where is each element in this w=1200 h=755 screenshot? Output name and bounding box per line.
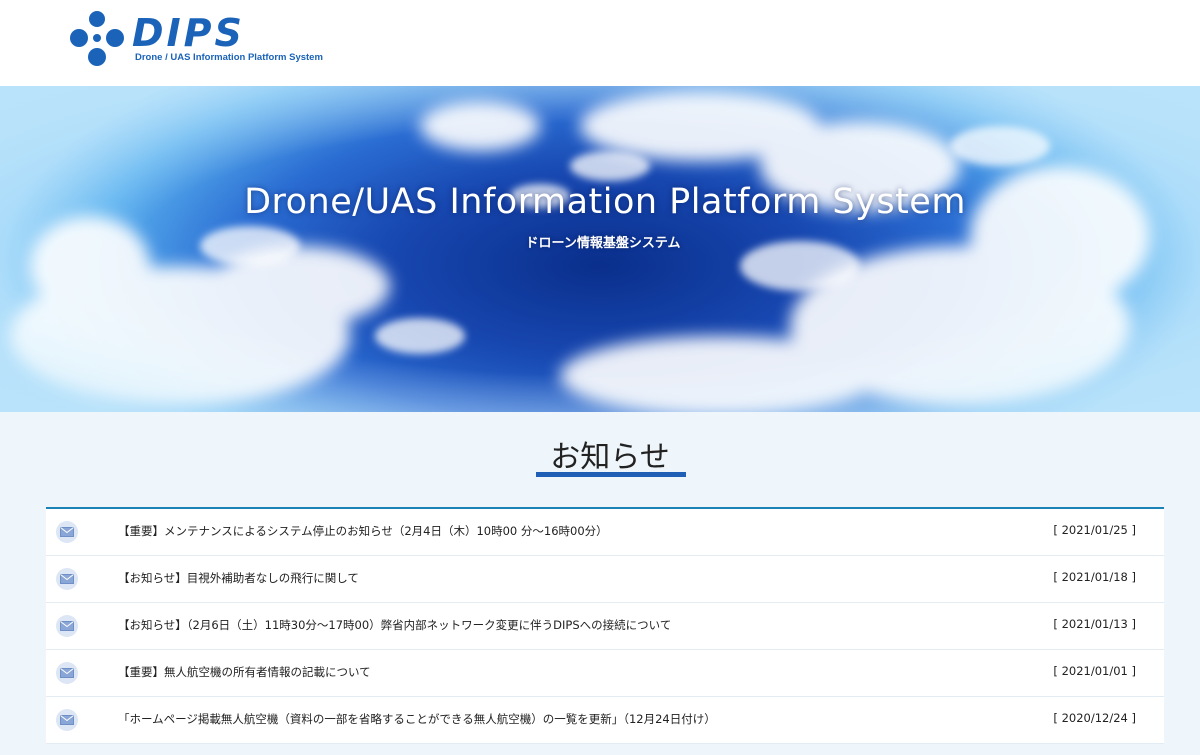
heading-underline <box>536 472 686 477</box>
notice-item[interactable]: 【重要】メンテナンスによるシステム停止のお知らせ（2月4日（木）10時00 分〜… <box>46 509 1164 556</box>
hero-title: Drone/UAS Information Platform System <box>244 182 966 222</box>
mail-icon <box>56 521 78 543</box>
notice-title[interactable]: 【重要】メンテナンスによるシステム停止のお知らせ（2月4日（木）10時00 分〜… <box>118 523 608 539</box>
logo-wordmark: DIPS <box>132 11 245 55</box>
notice-item[interactable]: 【重要】無人航空機の所有者情報の記載について [ 2021/01/01 ] <box>46 650 1164 697</box>
notice-title[interactable]: 【お知らせ】（2月6日（土）11時30分〜17時00）弊省内部ネットワーク変更に… <box>118 617 671 633</box>
hero-banner: Drone/UAS Information Platform System ドロ… <box>0 86 1200 412</box>
site-header: DIPS Drone / UAS Information Platform Sy… <box>0 0 1200 86</box>
notice-date: [ 2021/01/01 ] <box>1053 664 1136 678</box>
notice-date: [ 2021/01/25 ] <box>1053 523 1136 537</box>
notice-date: [ 2020/12/24 ] <box>1053 711 1136 725</box>
notice-date: [ 2021/01/18 ] <box>1053 570 1136 584</box>
mail-icon <box>56 662 78 684</box>
hero-subtitle: ドローン情報基盤システム <box>525 236 681 251</box>
dips-logo[interactable]: DIPS Drone / UAS Information Platform Sy… <box>68 10 323 68</box>
notice-item[interactable]: 「ホームページ掲載無人航空機（資料の一部を省略することができる無人航空機）の一覧… <box>46 697 1164 744</box>
mail-icon <box>56 568 78 590</box>
notices-list: 【重要】メンテナンスによるシステム停止のお知らせ（2月4日（木）10時00 分〜… <box>46 507 1164 744</box>
notice-item[interactable]: 【お知らせ】（2月6日（土）11時30分〜17時00）弊省内部ネットワーク変更に… <box>46 603 1164 650</box>
notice-title[interactable]: 【重要】無人航空機の所有者情報の記載について <box>118 664 371 680</box>
notice-date: [ 2021/01/13 ] <box>1053 617 1136 631</box>
logo-tagline: Drone / UAS Information Platform System <box>135 52 323 63</box>
logo-dots-icon <box>70 11 124 66</box>
notice-title[interactable]: 【お知らせ】目視外補助者なしの飛行に関して <box>118 570 359 586</box>
notice-title[interactable]: 「ホームページ掲載無人航空機（資料の一部を省略することができる無人航空機）の一覧… <box>118 711 716 727</box>
mail-icon <box>56 709 78 731</box>
notice-item[interactable]: 【お知らせ】目視外補助者なしの飛行に関して [ 2021/01/18 ] <box>46 556 1164 603</box>
notices-heading: お知らせ <box>550 440 670 475</box>
mail-icon <box>56 615 78 637</box>
